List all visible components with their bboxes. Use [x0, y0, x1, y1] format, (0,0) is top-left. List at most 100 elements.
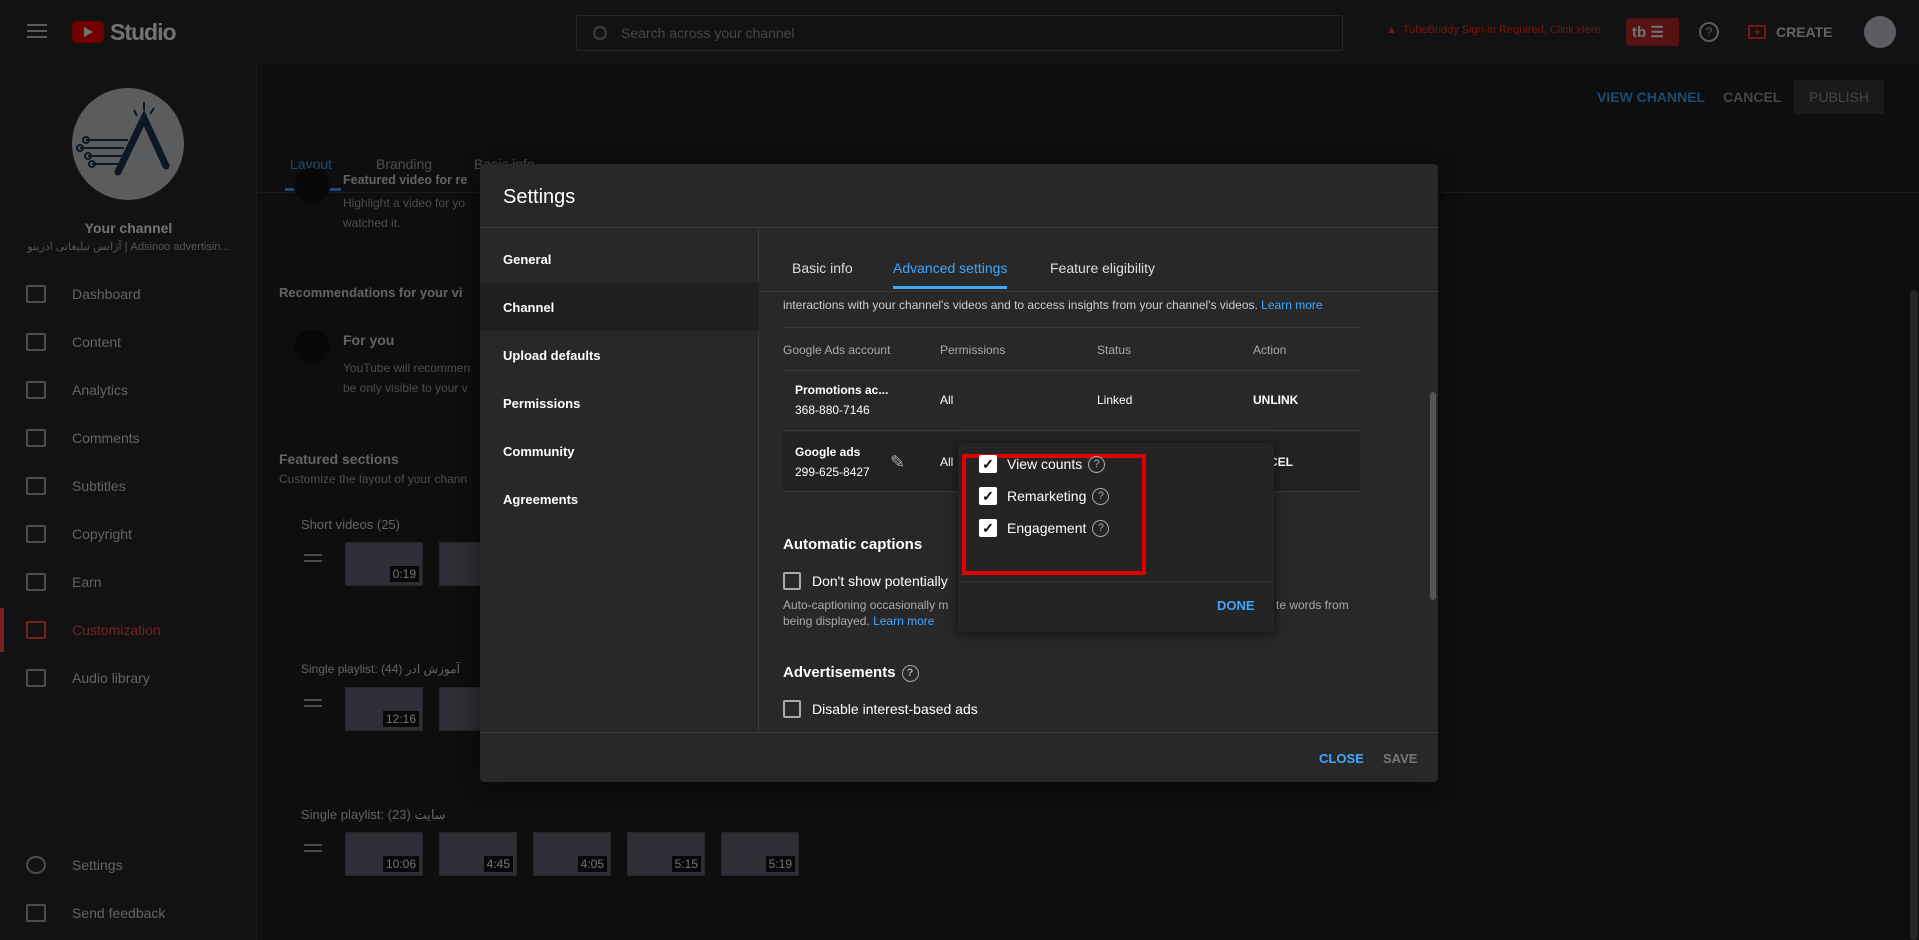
- dashboard-icon: [26, 285, 46, 303]
- channel-logo-icon: [76, 102, 170, 176]
- view-channel-button[interactable]: VIEW CHANNEL: [1597, 89, 1705, 105]
- divider: [783, 327, 1360, 328]
- cancel-button[interactable]: CANCEL: [1723, 89, 1781, 105]
- search-icon: [593, 26, 607, 40]
- sidebar-item-send-feedback[interactable]: Send feedback: [0, 891, 257, 935]
- page-scrollbar[interactable]: [1910, 290, 1918, 940]
- drag-handle[interactable]: [304, 699, 322, 707]
- video-thumbnail[interactable]: 5:15: [627, 832, 705, 876]
- sidebar-item-content[interactable]: Content: [0, 320, 257, 364]
- channel-avatar[interactable]: [72, 88, 184, 200]
- audio-library-icon: [26, 669, 46, 687]
- sidebar-item-settings[interactable]: Settings: [0, 843, 257, 887]
- feedback-icon: [26, 904, 46, 922]
- customization-icon: [26, 621, 46, 639]
- checkbox-checked[interactable]: ✓: [979, 455, 997, 473]
- disable-ads-checkbox[interactable]: [783, 700, 801, 718]
- captions-desc: being displayed. Learn more: [783, 614, 935, 628]
- drag-handle[interactable]: [304, 844, 322, 852]
- section-title: Short videos (25): [301, 517, 400, 532]
- dialog-scrollbar[interactable]: [1430, 392, 1436, 600]
- captions-checkbox[interactable]: [783, 572, 801, 590]
- permissions-popup: ✓ View counts? ✓ Remarketing? ✓ Engagement? D…: [958, 443, 1274, 632]
- settings-nav-general[interactable]: General: [480, 235, 759, 283]
- video-thumbnail[interactable]: 10:06: [345, 832, 423, 876]
- edit-pencil-icon[interactable]: ✎: [890, 452, 905, 473]
- help-icon[interactable]: ?: [1699, 22, 1719, 42]
- tab-feature-eligibility[interactable]: Feature eligibility: [1050, 260, 1155, 276]
- unlink-button[interactable]: UNLINK: [1253, 393, 1298, 407]
- create-button[interactable]: + CREATE: [1748, 16, 1833, 48]
- tubebuddy-button[interactable]: tb ☰: [1626, 18, 1679, 46]
- column-header: Action: [1253, 343, 1287, 357]
- section-title: Advertisements?: [783, 664, 919, 682]
- learn-more-link[interactable]: Learn more: [873, 614, 934, 628]
- help-icon[interactable]: ?: [1092, 519, 1110, 537]
- sidebar-item-customization[interactable]: Customization: [0, 608, 257, 652]
- settings-nav-agreements[interactable]: Agreements: [480, 475, 759, 523]
- tab-basic-info[interactable]: Basic info: [792, 260, 853, 276]
- settings-dialog: Settings General Channel Upload defaults Pe…: [480, 164, 1438, 782]
- tubebuddy-warning[interactable]: ▲ TubeBuddy Sign-in Required, Click Here: [1386, 24, 1601, 36]
- publish-button[interactable]: PUBLISH: [1794, 80, 1884, 114]
- column-header: Status: [1097, 343, 1132, 357]
- disable-ads-label: Disable interest-based ads: [812, 701, 978, 717]
- sidebar-item-earn[interactable]: Earn: [0, 560, 257, 604]
- settings-nav-upload-defaults[interactable]: Upload defaults: [480, 331, 759, 379]
- channel-title: Your channel: [84, 220, 173, 236]
- help-icon[interactable]: ?: [1088, 455, 1106, 473]
- studio-logo: Studio: [110, 19, 177, 45]
- save-button[interactable]: SAVE: [1383, 751, 1417, 766]
- permission-option[interactable]: ✓ Engagement?: [979, 519, 1110, 537]
- video-thumbnail[interactable]: 4:45: [439, 832, 517, 876]
- video-thumbnail[interactable]: 0:19: [345, 542, 423, 586]
- menu-icon[interactable]: [27, 24, 47, 38]
- google-ads-intro: interactions with your channel's videos …: [783, 298, 1323, 312]
- captions-label: Don't show potentially: [812, 573, 948, 589]
- featured-video-icon: [294, 168, 330, 204]
- permission-option[interactable]: ✓ View counts?: [979, 455, 1106, 473]
- settings-nav-permissions[interactable]: Permissions: [480, 379, 759, 427]
- sidebar-item-subtitles[interactable]: Subtitles: [0, 464, 257, 508]
- video-thumbnail[interactable]: 5:19: [721, 832, 799, 876]
- section-title: Single playlist: (44) آموزش ادر: [301, 662, 460, 676]
- learn-more-link[interactable]: Learn more: [1261, 298, 1322, 312]
- sidebar-item-comments[interactable]: Comments: [0, 416, 257, 460]
- copyright-icon: [26, 525, 46, 543]
- sidebar-item-audio-library[interactable]: Audio library: [0, 656, 257, 700]
- youtube-logo-icon[interactable]: [72, 21, 104, 43]
- settings-nav-channel[interactable]: Channel: [480, 283, 759, 331]
- divider: [480, 732, 1438, 733]
- account-avatar[interactable]: [1864, 16, 1896, 48]
- comments-icon: [26, 429, 46, 447]
- section-title: Automatic captions: [783, 536, 923, 553]
- earn-icon: [26, 573, 46, 591]
- search-input[interactable]: Search across your channel: [576, 15, 1343, 51]
- channel-name: آژانس تبلیغاتی ادزینو | Adsinoo advertis…: [27, 241, 230, 253]
- subtitles-icon: [26, 477, 46, 495]
- tab-advanced-settings[interactable]: Advanced settings: [893, 260, 1008, 289]
- permission-option[interactable]: ✓ Remarketing?: [979, 487, 1110, 505]
- sparkle-icon: [294, 329, 330, 365]
- divider: [759, 291, 1438, 292]
- top-bar: Studio Search across your channel ▲ TubeB…: [0, 0, 1919, 64]
- warning-icon: ▲: [1386, 24, 1397, 36]
- checkbox-checked[interactable]: ✓: [979, 487, 997, 505]
- settings-nav-community[interactable]: Community: [480, 427, 759, 475]
- help-icon[interactable]: ?: [1092, 487, 1110, 505]
- divider: [958, 581, 1274, 582]
- help-icon[interactable]: ?: [901, 664, 919, 682]
- column-header: Google Ads account: [783, 343, 891, 357]
- video-thumbnail[interactable]: 4:05: [533, 832, 611, 876]
- done-button[interactable]: DONE: [1217, 598, 1255, 613]
- sidebar-item-dashboard[interactable]: Dashboard: [0, 272, 257, 316]
- video-thumbnail[interactable]: 12:16: [345, 687, 423, 731]
- checkbox-checked[interactable]: ✓: [979, 519, 997, 537]
- sidebar-item-copyright[interactable]: Copyright: [0, 512, 257, 556]
- tab-branding[interactable]: Branding: [376, 156, 432, 172]
- close-button[interactable]: CLOSE: [1319, 751, 1364, 766]
- analytics-icon: [26, 381, 46, 399]
- dialog-title: Settings: [503, 186, 576, 208]
- drag-handle[interactable]: [304, 554, 322, 562]
- sidebar-item-analytics[interactable]: Analytics: [0, 368, 257, 412]
